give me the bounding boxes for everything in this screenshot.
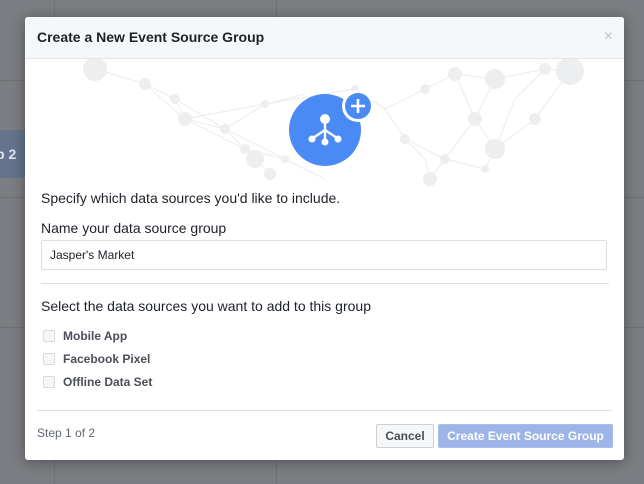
step-indicator: Step 1 of 2	[37, 426, 96, 440]
source-option-mobile-app[interactable]: Mobile App	[43, 328, 127, 344]
checkbox[interactable]	[43, 330, 55, 342]
background-tab: p 2	[0, 130, 26, 178]
dialog-header: Create a New Event Source Group ×	[25, 17, 624, 59]
cancel-button[interactable]: Cancel	[376, 424, 434, 448]
group-name-label: Name your data source group	[41, 220, 227, 236]
plus-icon	[342, 90, 374, 122]
dialog-intro-text: Specify which data sources you'd like to…	[41, 190, 341, 206]
data-sources-label: Select the data sources you want to add …	[41, 298, 371, 314]
checkbox[interactable]	[43, 376, 55, 388]
create-event-source-group-button[interactable]: Create Event Source Group	[438, 424, 613, 448]
dialog-title: Create a New Event Source Group	[37, 29, 265, 45]
close-icon[interactable]: ×	[604, 29, 613, 45]
source-option-label: Offline Data Set	[63, 375, 153, 389]
checkbox[interactable]	[43, 353, 55, 365]
section-divider	[41, 283, 609, 284]
source-option-label: Mobile App	[63, 329, 128, 343]
create-event-source-group-dialog: Create a New Event Source Group × Specif…	[25, 17, 624, 460]
source-option-label: Facebook Pixel	[63, 352, 151, 366]
source-option-facebook-pixel[interactable]: Facebook Pixel	[43, 351, 150, 367]
hero-illustration	[83, 59, 584, 186]
source-option-offline-data-set[interactable]: Offline Data Set	[43, 374, 152, 390]
footer-divider	[37, 410, 612, 411]
group-name-input[interactable]	[41, 240, 607, 270]
